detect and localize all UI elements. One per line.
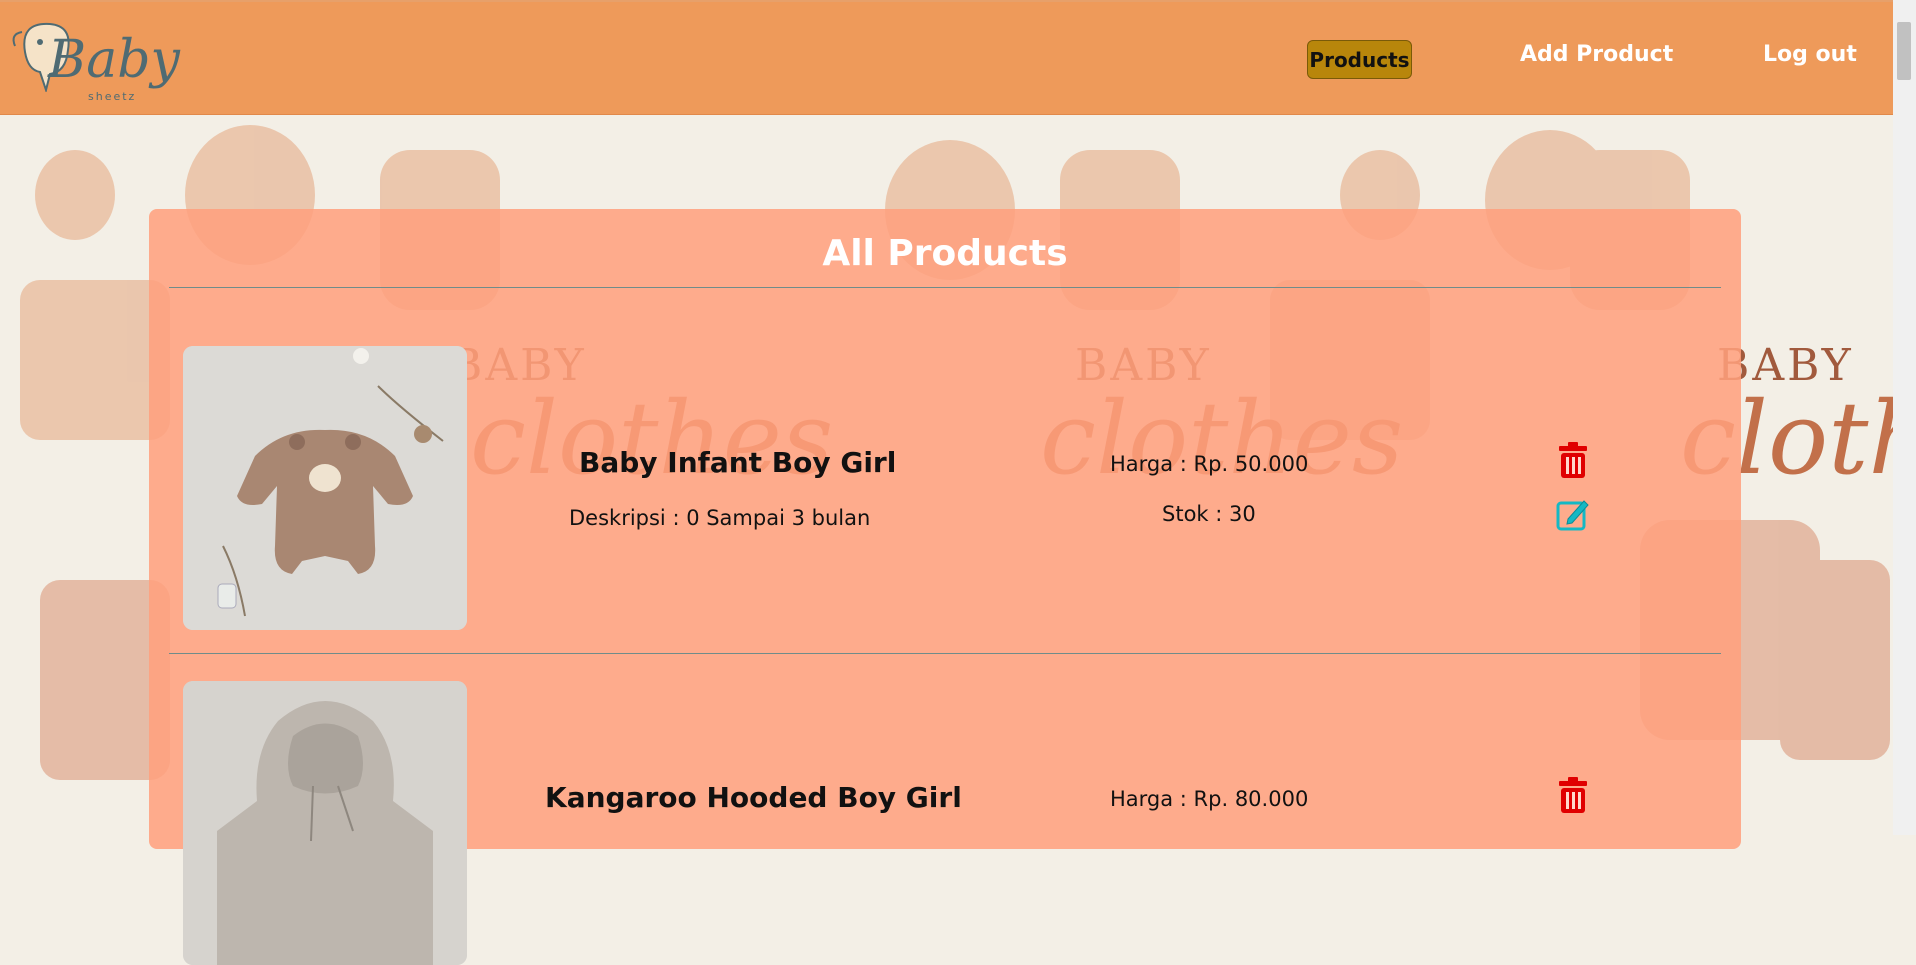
trash-icon	[1559, 442, 1587, 478]
product-name: Baby Infant Boy Girl	[579, 446, 897, 479]
product-image	[183, 346, 467, 630]
product-divider	[169, 653, 1721, 654]
nav-add-product-link[interactable]: Add Product	[1520, 42, 1673, 67]
edit-icon	[1556, 500, 1589, 531]
navbar: Baby sheetz Products Add Product Log out	[0, 0, 1893, 115]
page-scrollbar[interactable]	[1893, 0, 1916, 835]
brand-logo[interactable]: Baby sheetz	[10, 12, 180, 103]
hoodie-image	[183, 681, 467, 965]
scrollbar-thumb[interactable]	[1897, 22, 1911, 80]
product-description: Deskripsi : 0 Sampai 3 bulan	[569, 506, 871, 530]
product-price: Harga : Rp. 80.000	[1110, 787, 1309, 811]
edit-button[interactable]	[1556, 497, 1590, 535]
product-image	[183, 681, 467, 965]
page-title: All Products	[822, 233, 1068, 274]
romper-image	[183, 346, 467, 630]
product-price: Harga : Rp. 50.000	[1110, 452, 1309, 476]
product-name: Kangaroo Hooded Boy Girl	[545, 781, 962, 814]
delete-button[interactable]	[1556, 776, 1590, 814]
delete-button[interactable]	[1556, 441, 1590, 479]
nav-logout-link[interactable]: Log out	[1763, 42, 1857, 67]
logo-word: Baby	[48, 30, 180, 90]
nav-products-link[interactable]: Products	[1307, 40, 1412, 79]
trash-icon	[1559, 777, 1587, 813]
title-divider	[169, 287, 1721, 288]
logo-subtitle: sheetz	[88, 90, 137, 103]
products-panel: All Products Baby Infant Boy Girl Deskri…	[149, 209, 1741, 965]
product-stock: Stok : 30	[1162, 502, 1256, 526]
